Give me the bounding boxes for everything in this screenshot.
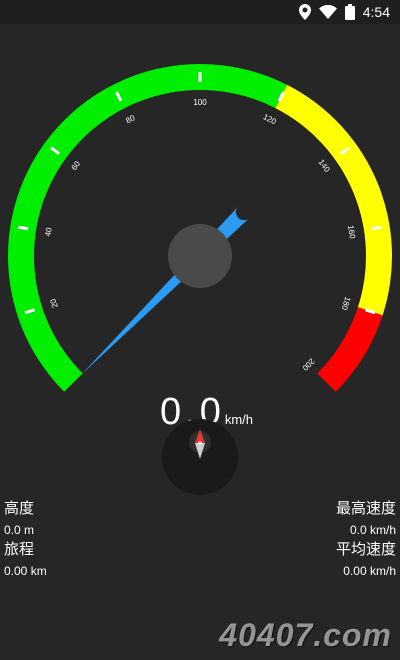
gauge-tick-label-80: 80 — [124, 113, 137, 125]
wifi-icon — [318, 5, 337, 19]
status-bar: 4:54 — [0, 0, 400, 24]
compass-icon — [189, 429, 211, 459]
gauge-tick-label-160: 160 — [346, 225, 357, 240]
avg-speed-value: 0.00 km/h — [343, 564, 396, 578]
gauge-tick-label-100: 100 — [193, 98, 207, 107]
gauge-zone-2 — [317, 307, 383, 392]
gauge-tick-40 — [18, 225, 29, 231]
gauge-tick-label-140: 140 — [317, 158, 332, 175]
trip-value: 0.00 km — [4, 564, 47, 578]
speed-gauge: 20 40 60 80 100 120 140 160 180 200 — [8, 63, 392, 392]
compass[interactable] — [162, 419, 238, 495]
gauge-tick-label-20: 20 — [48, 297, 59, 309]
status-time: 4:54 — [362, 4, 390, 20]
location-icon — [298, 4, 311, 20]
gauge-tick-label-200: 200 — [300, 357, 316, 373]
gauge-tick-label-120: 120 — [262, 112, 278, 126]
gauge-tick-label-180: 180 — [339, 296, 352, 312]
trip-label: 旅程 — [4, 541, 35, 558]
status-icons: 4:54 — [298, 3, 390, 21]
altitude-stat: 高度 0.0 m — [4, 500, 34, 538]
gauge-needle — [81, 206, 250, 375]
trip-stat: 旅程 0.00 km — [4, 541, 47, 579]
speedometer-screen: 4:54 20 40 60 80 100 120 140 160 180 200 0.0 km/h… — [0, 0, 400, 660]
altitude-value: 0.0 m — [4, 523, 35, 537]
max-speed-value: 0.0 km/h — [349, 523, 396, 537]
battery-icon — [344, 4, 355, 20]
max-speed-label: 最高速度 — [335, 500, 396, 517]
gauge-zone-1 — [275, 84, 392, 316]
avg-speed-label: 平均速度 — [335, 541, 396, 558]
gauge-tick-160 — [371, 225, 382, 231]
watermark: 40407.com — [219, 617, 392, 653]
gauge-tick-label-60: 60 — [70, 159, 83, 172]
max-speed-stat: 最高速度 0.0 km/h — [336, 500, 396, 538]
avg-speed-stat: 平均速度 0.00 km/h — [336, 541, 396, 579]
gauge-tick-label-40: 40 — [43, 226, 53, 237]
gauge-hub — [168, 224, 232, 288]
altitude-label: 高度 — [4, 500, 35, 517]
